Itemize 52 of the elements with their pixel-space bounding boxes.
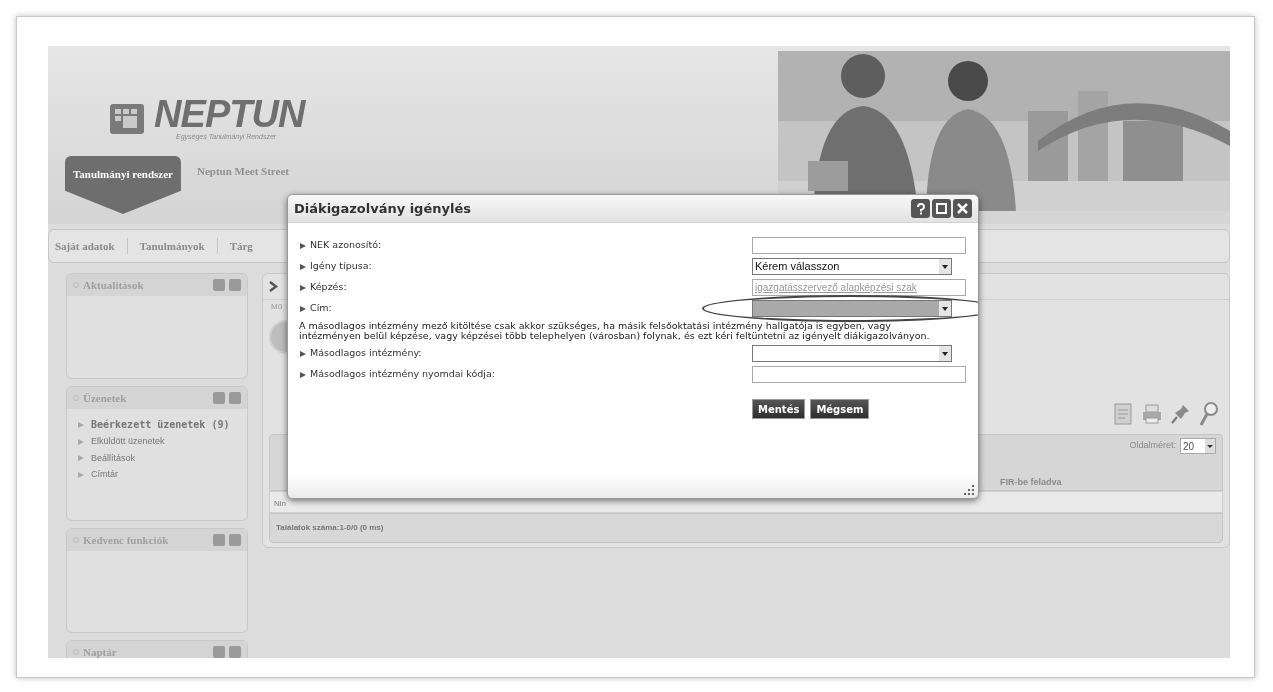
pin-icon [1171, 403, 1191, 425]
dialog-button[interactable]: Mégsem [810, 399, 870, 419]
field-label: Cím: [310, 301, 332, 316]
nav-link[interactable]: Tanulmányok [139, 237, 205, 255]
result-count: Találatok száma:1-0/0 (0 ms) [276, 522, 384, 534]
column-header: FIR-be feladva [1000, 477, 1062, 487]
bullet-icon [77, 420, 85, 429]
bullet-icon [77, 454, 85, 463]
message-link[interactable]: Beállítások [91, 451, 136, 465]
logo-text: NEPTUN [154, 95, 305, 132]
field-label: Másodlagos intézmény nyomdai kódja: [310, 367, 495, 382]
bullet-icon [299, 262, 307, 271]
nav-link[interactable]: Tárg [229, 237, 253, 255]
empty-row-text: Nin [274, 498, 286, 510]
page-size-select[interactable]: 20 [1180, 438, 1216, 454]
help-icon [915, 202, 926, 215]
search-icon [1199, 401, 1219, 427]
input-field[interactable] [752, 237, 966, 254]
breadcrumb-text: Mű [271, 301, 283, 313]
message-link[interactable]: Elküldött üzenetek [91, 435, 165, 449]
maximize-button[interactable] [932, 199, 951, 218]
bullet-icon [299, 370, 307, 379]
document-icon [1113, 402, 1133, 426]
bullet-icon [77, 470, 85, 479]
bullet-icon [77, 437, 85, 446]
bullet-icon [299, 349, 307, 358]
nav-link[interactable]: Saját adatok [55, 237, 115, 255]
dialog-title: Diákigazolvány igénylés [294, 199, 471, 218]
bullet-icon [299, 241, 307, 250]
help-button[interactable] [911, 199, 930, 218]
field-label: Igény típusa: [310, 259, 372, 274]
message-link[interactable]: Beérkezett üzenetek (9) [91, 417, 230, 432]
chevron-icon [269, 281, 278, 292]
message-link[interactable]: Címtár [91, 468, 118, 482]
field-label: Képzés: [310, 280, 347, 295]
page-size-label: Oldalméret: [1129, 439, 1176, 453]
field-label: NEK azonosító: [310, 238, 382, 253]
tab[interactable]: Neptun Meet Street [192, 156, 293, 186]
close-button[interactable] [953, 199, 972, 218]
input-field[interactable]: igazgatásszervező alapképzési szak [752, 279, 966, 296]
resize-grip-icon [964, 485, 974, 495]
dialog-button[interactable]: Mentés [752, 399, 806, 419]
select-field[interactable]: Kérem válasszon [752, 258, 952, 275]
bullet-icon [299, 304, 307, 313]
bullet-icon [299, 283, 307, 292]
maximize-icon [936, 203, 947, 214]
field-label: Másodlagos intézmény: [310, 346, 422, 361]
input-field[interactable] [752, 366, 966, 383]
tab[interactable]: Tanulmányi rendszer [65, 156, 181, 214]
select-field[interactable] [752, 345, 952, 362]
printer-icon [1141, 403, 1163, 425]
note-text: A másodlagos intézmény mező kitöltése csak akkor szükséges, ha másik felsőoktatási intézmény hallgatója is egyben, vagy intézményen belül képzése, vagy képzései több telephelyen (városban) folynak, és ezt kéri feltüntetni az igényelt diákigazolványon. [299, 321, 931, 341]
